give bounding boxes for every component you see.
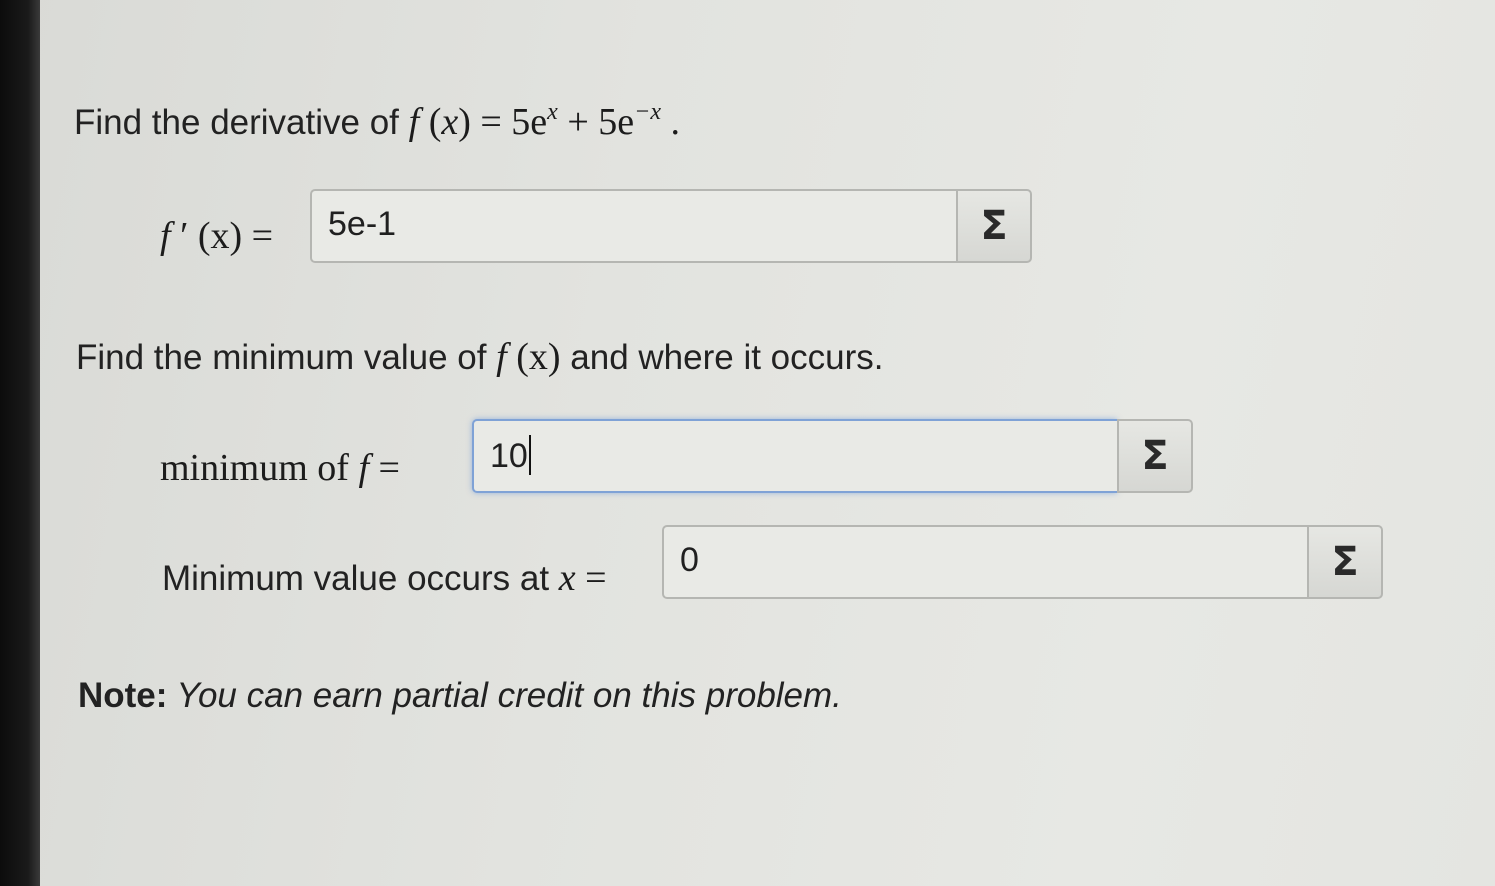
question-derivative: Find the derivative of f (x) = 5ex + 5e−… (74, 100, 680, 144)
screen-bezel (0, 0, 40, 886)
derivative-answer-group: 5e-1 Σ (310, 189, 1032, 263)
equation-editor-sigma-icon[interactable]: Σ (1117, 419, 1193, 493)
partial-credit-note: Note: You can earn partial credit on thi… (78, 676, 842, 715)
question-minimum-fx: f (x) (496, 336, 561, 378)
derivative-label: f ′ (x) = (160, 215, 274, 257)
location-answer-group: 0 Σ (662, 525, 1383, 599)
text-caret (528, 435, 531, 475)
equation-editor-sigma-icon[interactable]: Σ (1307, 525, 1383, 599)
question-minimum-lead: Find the minimum value of (76, 338, 497, 377)
location-label: Minimum value occurs at x = (162, 557, 607, 599)
question-derivative-formula: f (x) = 5ex + 5e−x . (408, 99, 680, 143)
question-minimum: Find the minimum value of f (x) and wher… (76, 335, 883, 379)
question-minimum-tail: and where it occurs. (560, 338, 884, 377)
minimum-answer-input[interactable]: 10 (472, 419, 1117, 493)
location-answer-input[interactable]: 0 (662, 525, 1307, 599)
minimum-answer-group: 10 Σ (472, 419, 1193, 493)
minimum-label: minimum of f = (160, 447, 400, 489)
derivative-answer-input[interactable]: 5e-1 (310, 189, 956, 263)
equation-editor-sigma-icon[interactable]: Σ (956, 189, 1032, 263)
problem-page: Find the derivative of f (x) = 5ex + 5e−… (40, 0, 1495, 886)
question-derivative-lead: Find the derivative of (74, 103, 409, 142)
